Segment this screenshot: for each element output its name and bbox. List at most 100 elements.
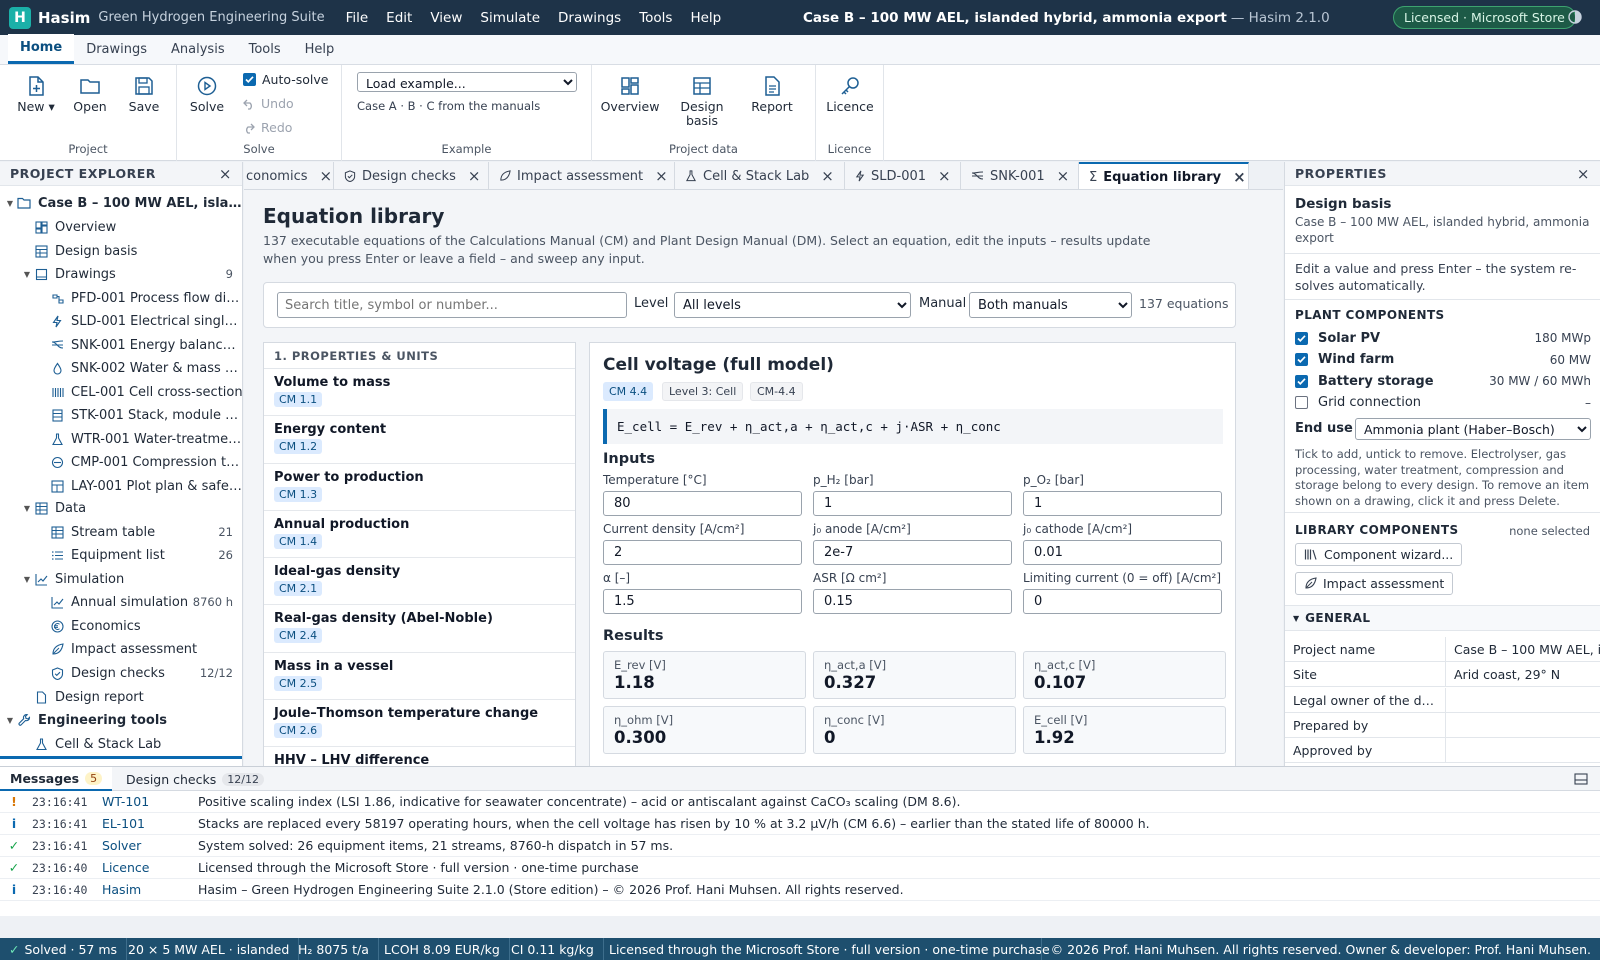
property-value[interactable]: Arid coast, 29° N <box>1445 662 1600 687</box>
checkbox-checked-icon[interactable] <box>1295 353 1308 366</box>
close-tab-icon[interactable]: × <box>821 167 834 185</box>
licence-button[interactable]: Licence <box>820 75 880 114</box>
tree-item-drawing[interactable]: CEL-001 Cell cross-section <box>0 381 242 403</box>
impact-assessment-button[interactable]: Impact assessment <box>1295 572 1454 595</box>
theme-toggle-icon[interactable] <box>1568 10 1582 24</box>
tree-item-simulation[interactable]: ▼ Simulation <box>0 568 242 590</box>
input-field[interactable]: 80 <box>603 491 802 516</box>
design-basis-button[interactable]: Design basis <box>672 75 732 128</box>
redo-button[interactable]: Redo <box>243 120 292 135</box>
tab-equation-library[interactable]: Σ Equation library × <box>1079 162 1249 189</box>
tree-item-design-checks[interactable]: Design checks 12/12 <box>0 662 242 684</box>
tab-messages[interactable]: Messages 5 <box>0 767 113 791</box>
message-row[interactable]: ✓ 23:16:40 Licence Licensed through the Mic… <box>0 857 1600 879</box>
menu-simulate[interactable]: Simulate <box>471 10 549 26</box>
tab-design-checks[interactable]: Design checks × <box>334 162 489 189</box>
overview-button[interactable]: Overview <box>600 75 660 114</box>
message-source[interactable]: WT-101 <box>102 794 198 809</box>
message-row[interactable]: ✓ 23:16:41 Solver System solved: 26 equipme… <box>0 835 1600 857</box>
property-value[interactable] <box>1445 738 1600 763</box>
undo-button[interactable]: Undo <box>243 96 294 111</box>
equation-list-item[interactable]: Real-gas density (Abel-Noble) CM 2.4 <box>264 605 575 653</box>
ribbon-tab-tools[interactable]: Tools <box>237 34 293 64</box>
close-tab-icon[interactable]: × <box>1057 167 1070 185</box>
input-field[interactable]: 0 <box>1023 589 1222 614</box>
close-tab-icon[interactable]: × <box>655 167 668 185</box>
example-select[interactable]: Load example... <box>357 72 577 92</box>
plant-component-row[interactable]: Solar PV 180 MWp <box>1295 328 1591 348</box>
input-field[interactable]: 0.15 <box>813 589 1012 614</box>
message-row[interactable]: i 23:16:41 EL-101 Stacks are replaced every… <box>0 813 1600 835</box>
tree-item-drawing[interactable]: LAY-001 Plot plan & safety zones <box>0 475 242 497</box>
property-value[interactable] <box>1445 712 1600 737</box>
tree-item-drawing[interactable]: STK-001 Stack, module and plant <box>0 405 242 427</box>
close-tab-icon[interactable]: × <box>1233 168 1246 186</box>
tree-item-overview[interactable]: Overview <box>0 216 242 238</box>
checkbox-checked-icon[interactable] <box>1295 331 1308 345</box>
property-value[interactable] <box>1445 687 1600 712</box>
message-source[interactable]: EL-101 <box>102 816 198 831</box>
general-section-header[interactable]: ▼ GENERAL <box>1285 605 1600 631</box>
input-field[interactable]: 1.5 <box>603 589 802 614</box>
new-button[interactable]: New ▾ <box>16 75 56 114</box>
input-field[interactable]: 0.01 <box>1023 540 1222 565</box>
menu-drawings[interactable]: Drawings <box>549 10 630 26</box>
tree-item-economics[interactable]: Economics <box>0 615 242 637</box>
manual-select[interactable]: Both manuals <box>969 292 1132 318</box>
close-tab-icon[interactable]: × <box>468 167 481 185</box>
ribbon-tab-analysis[interactable]: Analysis <box>159 34 237 64</box>
tree-item-drawing[interactable]: SNK-001 Energy balance Sankey <box>0 334 242 356</box>
tree-item-cell-stack-lab[interactable]: Cell & Stack Lab <box>0 733 242 755</box>
equation-list-item[interactable]: Power to production CM 1.3 <box>264 464 575 511</box>
menu-view[interactable]: View <box>421 10 471 26</box>
plant-component-row[interactable]: Wind farm 60 MW <box>1295 350 1591 370</box>
tree-item-drawing[interactable]: SNK-002 Water & mass balance <box>0 358 242 380</box>
input-field[interactable]: 2e-7 <box>813 540 1012 565</box>
checkbox-unchecked-icon[interactable] <box>1295 396 1308 409</box>
equation-list-item[interactable]: Mass in a vessel CM 2.5 <box>264 653 575 701</box>
tree-root[interactable]: ▼ Case B – 100 MW AEL, islanded hybrid, … <box>0 192 242 214</box>
input-field[interactable]: 1 <box>1023 491 1222 516</box>
solve-button[interactable]: Solve <box>187 75 227 114</box>
close-tab-icon[interactable]: × <box>320 167 333 185</box>
autosolve-checkbox[interactable]: Auto-solve <box>243 72 329 87</box>
ribbon-tab-help[interactable]: Help <box>293 34 347 64</box>
property-value[interactable]: Case B – 100 MW AEL, islanded hybrid <box>1445 637 1600 661</box>
tab-design-checks-panel[interactable]: Design checks 12/12 <box>116 767 274 791</box>
close-explorer-icon[interactable]: × <box>219 165 232 183</box>
tree-item-drawing[interactable]: CMP-001 Compression train <box>0 452 242 474</box>
equation-list-item[interactable]: Energy content CM 1.2 <box>264 416 575 464</box>
menu-help[interactable]: Help <box>681 10 730 26</box>
tree-item-data[interactable]: ▼ Data <box>0 497 242 519</box>
input-field[interactable]: 1 <box>813 491 1012 516</box>
search-input[interactable] <box>277 292 627 318</box>
checkbox-checked-icon[interactable] <box>1295 374 1308 388</box>
menu-edit[interactable]: Edit <box>377 10 421 26</box>
equation-list-item[interactable]: HHV – LHV difference <box>264 747 575 766</box>
tree-item-drawing[interactable]: WTR-001 Water-treatment train <box>0 428 242 450</box>
tab-sld-001[interactable]: SLD-001 × <box>845 162 961 189</box>
tree-item-design-report[interactable]: Design report <box>0 686 242 708</box>
equation-list-item[interactable]: Joule–Thomson temperature change CM 2.6 <box>264 700 575 748</box>
message-row[interactable]: i 23:16:40 Hasim Hasim – Green Hydrogen Eng… <box>0 879 1600 901</box>
message-row[interactable]: ! 23:16:41 WT-101 Positive scaling index (L… <box>0 791 1600 813</box>
tree-item-annual-simulation[interactable]: Annual simulation 8760 h <box>0 591 242 613</box>
ribbon-tab-home[interactable]: Home <box>8 34 75 64</box>
ribbon-tab-drawings[interactable]: Drawings <box>74 34 159 64</box>
tab-snk-001[interactable]: SNK-001 × <box>961 162 1079 189</box>
message-source[interactable]: Licence <box>102 860 198 875</box>
tab-economics[interactable]: conomics × <box>244 162 334 189</box>
equation-list-item[interactable]: Volume to mass CM 1.1 <box>264 369 575 417</box>
tree-item-equipment-list[interactable]: Equipment list 26 <box>0 544 242 566</box>
tree-item-design-basis[interactable]: Design basis <box>0 240 242 262</box>
close-tab-icon[interactable]: × <box>938 167 951 185</box>
end-use-select[interactable]: Ammonia plant (Haber–Bosch) <box>1355 418 1591 440</box>
open-button[interactable]: Open <box>70 75 110 114</box>
tree-item-drawings[interactable]: ▼ Drawings 9 <box>0 263 242 285</box>
tab-cell-stack-lab[interactable]: Cell & Stack Lab × <box>675 162 845 189</box>
save-button[interactable]: Save <box>124 75 164 114</box>
input-field[interactable]: 2 <box>603 540 802 565</box>
tree-item-stream-table[interactable]: Stream table 21 <box>0 521 242 543</box>
equation-list-item[interactable]: Ideal-gas density CM 2.1 <box>264 558 575 606</box>
plant-component-row[interactable]: Battery storage 30 MW / 60 MWh <box>1295 371 1591 391</box>
